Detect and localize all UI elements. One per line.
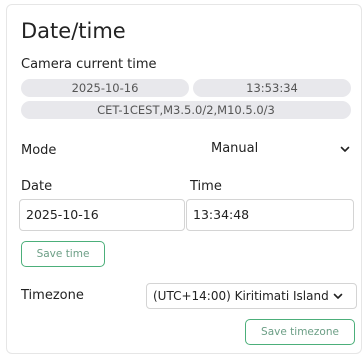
time-label: Time bbox=[190, 179, 222, 194]
time-input[interactable]: 13:34:48 bbox=[186, 199, 354, 231]
chevron-down-icon bbox=[333, 293, 343, 299]
datetime-panel: Date/time Camera current time 2025-10-16… bbox=[6, 4, 362, 354]
save-timezone-button[interactable]: Save timezone bbox=[245, 319, 355, 345]
mode-select-value: Manual bbox=[211, 141, 259, 156]
chevron-down-icon bbox=[340, 146, 350, 152]
timezone-select-value: (UTC+14:00) Kiritimati Island bbox=[153, 289, 329, 303]
camera-date-badge: 2025-10-16 bbox=[21, 79, 189, 97]
date-label: Date bbox=[21, 179, 53, 194]
camera-time-label: Camera current time bbox=[21, 57, 157, 72]
mode-label: Mode bbox=[21, 143, 57, 158]
timezone-label: Timezone bbox=[21, 288, 84, 303]
date-input[interactable]: 2025-10-16 bbox=[19, 199, 185, 231]
camera-timezone-badge: CET-1CEST,M3.5.0/2,M10.5.0/3 bbox=[21, 101, 351, 119]
mode-select[interactable]: Manual bbox=[211, 141, 350, 156]
save-time-button[interactable]: Save time bbox=[21, 241, 105, 267]
camera-time-badge: 13:53:34 bbox=[193, 79, 351, 97]
timezone-select[interactable]: (UTC+14:00) Kiritimati Island bbox=[146, 283, 357, 309]
panel-title: Date/time bbox=[21, 19, 126, 43]
